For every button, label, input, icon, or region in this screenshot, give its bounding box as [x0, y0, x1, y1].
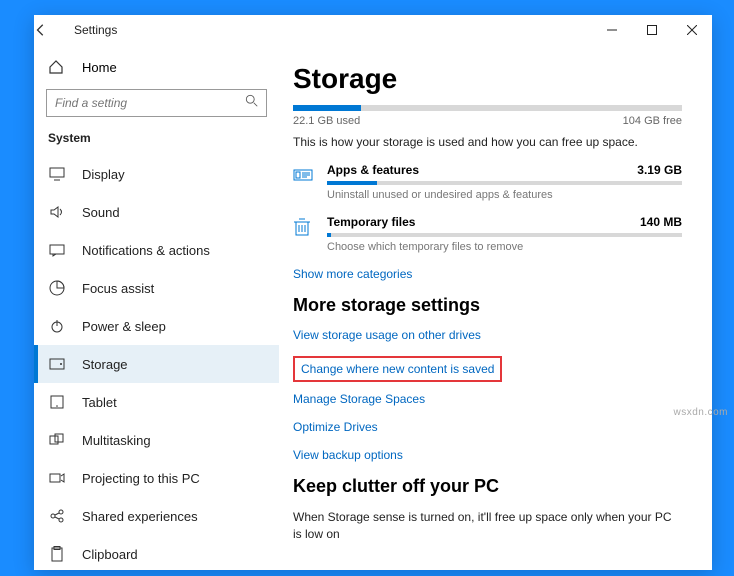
link-optimize-drives[interactable]: Optimize Drives — [293, 420, 682, 434]
sidebar-item-storage[interactable]: Storage — [34, 345, 279, 383]
page-title: Storage — [293, 63, 682, 95]
maximize-button[interactable] — [632, 15, 672, 45]
cat-sub: Choose which temporary files to remove — [327, 241, 682, 253]
home-label: Home — [82, 60, 117, 75]
app-title: Settings — [74, 23, 117, 37]
search-icon — [245, 94, 259, 108]
sidebar-label: Shared experiences — [82, 509, 198, 524]
sidebar-label: Storage — [82, 357, 128, 372]
sidebar-label: Focus assist — [82, 281, 154, 296]
display-icon — [48, 167, 66, 181]
storage-icon — [48, 358, 66, 370]
shared-icon — [48, 509, 66, 523]
category-apps[interactable]: Apps & features 3.19 GB Uninstall unused … — [293, 163, 682, 211]
cat-size: 3.19 GB — [637, 163, 682, 177]
cat-sub: Uninstall unused or undesired apps & fea… — [327, 189, 682, 201]
projecting-icon — [48, 471, 66, 485]
sidebar-label: Notifications & actions — [82, 243, 210, 258]
sidebar-label: Power & sleep — [82, 319, 166, 334]
sidebar-label: Projecting to this PC — [82, 471, 200, 486]
sidebar-label: Clipboard — [82, 547, 138, 562]
sidebar-item-shared[interactable]: Shared experiences — [34, 497, 279, 535]
clipboard-icon — [48, 546, 66, 562]
more-settings-heading: More storage settings — [293, 295, 682, 316]
sound-icon — [48, 205, 66, 219]
used-label: 22.1 GB used — [293, 115, 360, 127]
notifications-icon — [48, 243, 66, 257]
sidebar-item-focus[interactable]: Focus assist — [34, 269, 279, 307]
watermark: wsxdn.com — [673, 407, 728, 418]
search-input[interactable] — [46, 89, 267, 117]
free-label: 104 GB free — [623, 115, 682, 127]
storage-bar — [293, 105, 682, 111]
sidebar-home[interactable]: Home — [34, 51, 279, 83]
close-button[interactable] — [672, 15, 712, 45]
sidebar-item-multitasking[interactable]: Multitasking — [34, 421, 279, 459]
sidebar: Home System Display Sound Notifications … — [34, 45, 279, 570]
multitasking-icon — [48, 433, 66, 447]
minimize-button[interactable] — [592, 15, 632, 45]
sidebar-label: Sound — [82, 205, 120, 220]
sidebar-item-sound[interactable]: Sound — [34, 193, 279, 231]
keep-clutter-desc: When Storage sense is turned on, it'll f… — [293, 509, 682, 543]
sidebar-item-projecting[interactable]: Projecting to this PC — [34, 459, 279, 497]
cat-size: 140 MB — [640, 215, 682, 229]
settings-window: Settings Home System Display Soun — [34, 15, 712, 570]
back-button[interactable] — [34, 23, 74, 37]
sidebar-item-tablet[interactable]: Tablet — [34, 383, 279, 421]
sidebar-label: Display — [82, 167, 125, 182]
tablet-icon — [48, 395, 66, 409]
title-bar: Settings — [34, 15, 712, 45]
cat-name: Temporary files — [327, 215, 415, 229]
highlighted-link-box: Change where new content is saved — [293, 356, 502, 382]
keep-clutter-heading: Keep clutter off your PC — [293, 476, 682, 497]
usage-desc: This is how your storage is used and how… — [293, 135, 682, 149]
power-icon — [48, 318, 66, 334]
sidebar-item-notifications[interactable]: Notifications & actions — [34, 231, 279, 269]
apps-icon — [293, 163, 317, 211]
sidebar-item-display[interactable]: Display — [34, 155, 279, 193]
focus-icon — [48, 280, 66, 296]
link-backup-options[interactable]: View backup options — [293, 448, 682, 462]
link-other-drives[interactable]: View storage usage on other drives — [293, 328, 682, 342]
sidebar-section-label: System — [34, 131, 279, 155]
main-content: Storage 22.1 GB used 104 GB free This is… — [279, 45, 712, 570]
sidebar-label: Multitasking — [82, 433, 151, 448]
category-temp[interactable]: Temporary files 140 MB Choose which tempo… — [293, 215, 682, 263]
show-more-link[interactable]: Show more categories — [293, 267, 682, 281]
cat-name: Apps & features — [327, 163, 419, 177]
link-storage-spaces[interactable]: Manage Storage Spaces — [293, 392, 682, 406]
home-icon — [48, 59, 66, 75]
sidebar-item-clipboard[interactable]: Clipboard — [34, 535, 279, 570]
trash-icon — [293, 215, 317, 263]
link-change-content-location[interactable]: Change where new content is saved — [301, 362, 494, 376]
sidebar-label: Tablet — [82, 395, 117, 410]
sidebar-item-power[interactable]: Power & sleep — [34, 307, 279, 345]
